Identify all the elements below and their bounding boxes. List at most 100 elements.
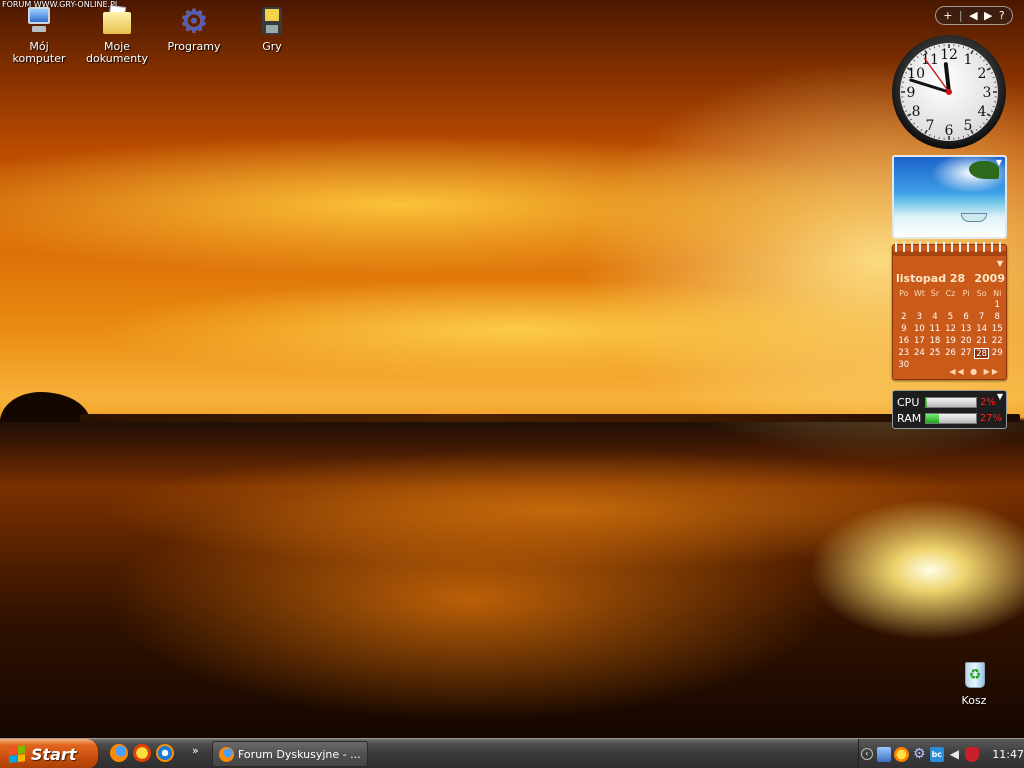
clock-numeral: 9 — [907, 85, 916, 101]
next-page-button[interactable]: ▶ — [984, 7, 992, 24]
calendar-day[interactable]: 29 — [989, 348, 1005, 359]
media-player-icon[interactable] — [156, 744, 174, 762]
calendar-day[interactable]: 11 — [927, 324, 943, 335]
calendar-day[interactable]: 5 — [943, 312, 959, 323]
calendar-day[interactable]: 20 — [958, 336, 974, 347]
calendar-weekday: So — [976, 289, 987, 298]
calendar-day[interactable]: 6 — [958, 312, 974, 323]
slideshow-gadget[interactable]: ▼ — [892, 155, 1007, 239]
calendar-day[interactable]: 7 — [974, 312, 990, 323]
taskbar-window-label: Forum Dyskusyjne - ... — [238, 747, 361, 761]
wallpaper-shoreline — [80, 414, 1020, 422]
calendar-day[interactable]: 27 — [958, 348, 974, 359]
network-icon[interactable] — [876, 746, 892, 762]
sun-icon[interactable] — [894, 746, 909, 762]
firefox-icon[interactable] — [110, 744, 128, 762]
calendar-day-today[interactable]: 28 — [973, 348, 990, 359]
desktop-wallpaper — [0, 0, 1024, 738]
calendar-day — [958, 300, 974, 311]
floppy-icon — [255, 4, 289, 38]
taskbar-window-button[interactable]: Forum Dyskusyjne - ... — [212, 741, 368, 767]
chevron-down-icon[interactable]: ▼ — [997, 259, 1003, 268]
show-hidden-icons-button[interactable]: ‹ — [861, 748, 873, 760]
start-button[interactable]: Start — [0, 739, 99, 768]
shield-icon[interactable] — [964, 746, 980, 762]
calendar-gadget[interactable]: ▼ listopad 28 2009 Po Wt Śr Cz Pi So Ni 1 2 3 4 5 6 7… — [892, 242, 1007, 380]
calendar-day — [896, 300, 912, 311]
calendar-day[interactable]: 14 — [974, 324, 990, 335]
previous-page-button[interactable]: ◀ — [969, 7, 977, 24]
volume-icon[interactable]: ◀ — [947, 747, 962, 762]
calendar-day[interactable]: 23 — [896, 348, 912, 359]
calendar-day[interactable]: 10 — [912, 324, 928, 335]
calendar-day — [912, 300, 928, 311]
ram-bar-fill — [925, 413, 940, 423]
calendar-day[interactable]: 18 — [927, 336, 943, 347]
cpu-meter-gadget[interactable]: ▼ CPU 2% RAM 27% — [892, 390, 1007, 429]
calendar-day[interactable]: 15 — [989, 324, 1005, 335]
slideshow-palm — [969, 161, 999, 179]
calendar-day[interactable]: 13 — [958, 324, 974, 335]
gear-icon: ⚙ — [179, 2, 209, 40]
computer-icon — [22, 4, 56, 38]
ram-bar — [924, 412, 977, 424]
system-tray: ‹ ⚙ bc ◀ 11:47 — [858, 739, 1024, 768]
ram-label: RAM — [897, 411, 922, 425]
clock-numeral: 3 — [983, 85, 992, 101]
calendar-day[interactable]: 30 — [896, 360, 912, 371]
chevron-down-icon[interactable]: ▼ — [996, 158, 1002, 167]
calendar-day[interactable]: 24 — [912, 348, 928, 359]
calendar-day[interactable]: 1 — [989, 300, 1005, 311]
desktop-icon-label: Mój komputer — [12, 40, 66, 65]
toolbar-separator: | — [958, 9, 963, 22]
desktop-icon-label: Kosz — [961, 694, 987, 707]
calendar-navigation[interactable]: ◀◀ ● ▶▶ — [949, 367, 1000, 376]
calendar-header: listopad 28 2009 — [896, 272, 1005, 285]
calendar-weekday: Cz — [945, 289, 956, 298]
calendar-day[interactable]: 3 — [912, 312, 928, 323]
desktop-icon-my-computer[interactable]: Mój komputer — [2, 4, 76, 65]
calendar-day[interactable]: 2 — [896, 312, 912, 323]
messenger-icon[interactable] — [133, 744, 151, 762]
recycle-bin-icon: ♻ — [957, 658, 991, 692]
calendar-day[interactable]: 17 — [912, 336, 928, 347]
gear-icon[interactable]: ⚙ — [912, 746, 927, 762]
start-label: Start — [31, 744, 77, 764]
desktop-icon-my-documents[interactable]: Moje dokumenty — [80, 4, 154, 65]
calendar-weekday: Po — [899, 289, 909, 298]
slideshow-boat — [961, 213, 987, 222]
desktop-icon-programs[interactable]: ⚙ Programy — [157, 4, 231, 53]
cpu-label: CPU — [897, 395, 920, 409]
add-gadget-button[interactable]: + — [943, 7, 952, 24]
calendar-day — [943, 300, 959, 311]
cpu-value: 2% — [980, 396, 996, 408]
bc-icon[interactable]: bc — [929, 746, 945, 762]
desktop-icon-recycle-bin[interactable]: ♻ Kosz — [937, 658, 1011, 707]
wallpaper-island — [0, 392, 90, 422]
windows-logo-icon — [9, 745, 25, 763]
clock-gadget[interactable]: 12 1234567891011 — [891, 34, 1007, 150]
chevron-down-icon[interactable]: ▼ — [997, 392, 1003, 401]
documents-folder-icon — [100, 4, 134, 38]
calendar-day[interactable]: 16 — [896, 336, 912, 347]
calendar-day[interactable]: 12 — [943, 324, 959, 335]
clock-center — [946, 89, 952, 95]
calendar-rings — [895, 242, 1006, 252]
desktop-icon-label: Programy — [167, 40, 221, 53]
calendar-day[interactable]: 4 — [927, 312, 943, 323]
calendar-weekday: Śr — [930, 289, 940, 298]
calendar-day[interactable]: 25 — [927, 348, 943, 359]
cpu-row: CPU 2% — [897, 394, 1002, 410]
calendar-day[interactable]: 8 — [989, 312, 1005, 323]
calendar-day[interactable]: 21 — [974, 336, 990, 347]
help-button[interactable]: ? — [999, 7, 1005, 24]
calendar-day[interactable]: 22 — [989, 336, 1005, 347]
desktop-icon-games[interactable]: Gry — [235, 4, 309, 53]
calendar-day[interactable]: 19 — [943, 336, 959, 347]
calendar-day[interactable]: 9 — [896, 324, 912, 335]
quick-launch-more-button[interactable]: » — [192, 744, 199, 757]
taskbar: Start » Forum Dyskusyjne - ... ‹ ⚙ bc ◀ … — [0, 738, 1024, 768]
calendar-month-day: listopad 28 — [896, 272, 966, 285]
taskbar-clock[interactable]: 11:47 — [992, 748, 1024, 761]
calendar-day[interactable]: 26 — [943, 348, 959, 359]
